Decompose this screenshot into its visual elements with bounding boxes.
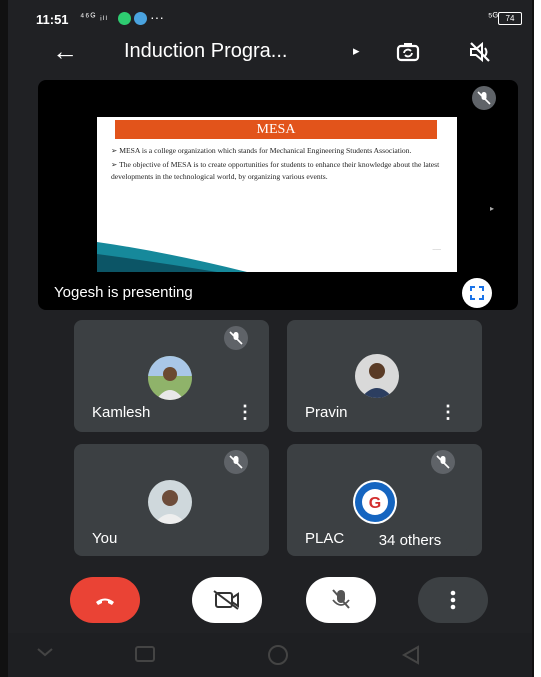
meet-call-screen: 11:51 ⁴⁶ᴳ ᵢₗₗ ··· ⁵ᴳ 74 ← Induction Prog… bbox=[8, 0, 532, 677]
participant-name: Pravin bbox=[305, 404, 348, 421]
more-options-icon[interactable]: ⋮ bbox=[236, 402, 254, 423]
participant-name: PLAC bbox=[305, 530, 345, 547]
slide-footer-mark: ─── bbox=[432, 247, 441, 252]
system-navigation-bar bbox=[8, 633, 532, 677]
presenter-label: Yogesh is presenting bbox=[54, 284, 193, 301]
nav-recents-icon[interactable] bbox=[134, 645, 156, 668]
left-frame-border bbox=[0, 0, 8, 677]
nav-back-icon[interactable] bbox=[400, 645, 422, 670]
muted-mic-icon bbox=[224, 450, 248, 474]
muted-mic-icon bbox=[224, 326, 248, 350]
status-bar: 11:51 ⁴⁶ᴳ ᵢₗₗ ··· ⁵ᴳ 74 bbox=[8, 0, 532, 36]
participant-name: You bbox=[92, 530, 118, 547]
slide-heading: MESA bbox=[115, 120, 437, 139]
speaker-off-icon[interactable] bbox=[466, 38, 494, 66]
avatar bbox=[355, 354, 399, 398]
slide-bullet: ➢ The objective of MESA is to create opp… bbox=[111, 160, 440, 181]
college-logo: G bbox=[353, 480, 397, 524]
more-options-button[interactable] bbox=[418, 577, 488, 623]
presentation-tile[interactable]: MESA ➢ MESA is a college organization wh… bbox=[38, 80, 518, 310]
avatar bbox=[148, 480, 192, 524]
camera-toggle-button[interactable] bbox=[192, 577, 262, 623]
others-count-chip[interactable]: 34 others bbox=[350, 528, 470, 554]
switch-camera-icon[interactable] bbox=[394, 38, 422, 66]
signal-icon: ⁴⁶ᴳ ᵢₗₗ bbox=[80, 12, 109, 23]
whatsapp-icon bbox=[118, 12, 131, 25]
muted-mic-icon bbox=[472, 86, 496, 110]
top-bar: ← Induction Progra... ▸ bbox=[8, 36, 532, 68]
nav-down-icon[interactable] bbox=[36, 645, 54, 664]
network-icon: ⁵ᴳ bbox=[487, 11, 498, 23]
end-call-button[interactable] bbox=[70, 577, 140, 623]
mic-off-icon bbox=[332, 589, 350, 609]
participant-tile[interactable]: Pravin ⋮ bbox=[287, 320, 482, 432]
slide-next-icon: ▸ bbox=[490, 204, 495, 213]
back-arrow-icon[interactable]: ← bbox=[52, 36, 78, 66]
mic-toggle-button[interactable] bbox=[306, 577, 376, 623]
more-vert-icon bbox=[450, 590, 456, 610]
avatar bbox=[148, 356, 192, 400]
nav-home-icon[interactable] bbox=[264, 645, 292, 670]
camera-off-icon bbox=[213, 590, 239, 610]
participant-name: Kamlesh bbox=[92, 404, 151, 421]
participant-tile[interactable]: Kamlesh ⋮ bbox=[74, 320, 269, 432]
meeting-title[interactable]: Induction Progra... bbox=[124, 40, 287, 63]
more-options-icon[interactable]: ⋮ bbox=[439, 402, 457, 423]
messenger-icon bbox=[134, 12, 147, 25]
slide-body: ➢ MESA is a college organization which s… bbox=[111, 145, 441, 185]
muted-mic-icon bbox=[431, 450, 455, 474]
play-icon[interactable]: ▸ bbox=[353, 43, 360, 59]
right-frame-border bbox=[532, 0, 541, 677]
slide-bullet: ➢ MESA is a college organization which s… bbox=[111, 146, 412, 155]
participant-tile-self[interactable]: You bbox=[74, 444, 269, 556]
status-time: 11:51 bbox=[36, 12, 69, 27]
fullscreen-icon[interactable] bbox=[462, 278, 492, 308]
slide-wave-decoration bbox=[97, 242, 247, 272]
svg-text:G: G bbox=[369, 495, 381, 512]
shared-slide: MESA ➢ MESA is a college organization wh… bbox=[97, 117, 457, 272]
battery-icon: 74 bbox=[498, 12, 522, 25]
status-more-icon: ··· bbox=[150, 9, 164, 25]
hang-up-icon bbox=[96, 598, 114, 605]
